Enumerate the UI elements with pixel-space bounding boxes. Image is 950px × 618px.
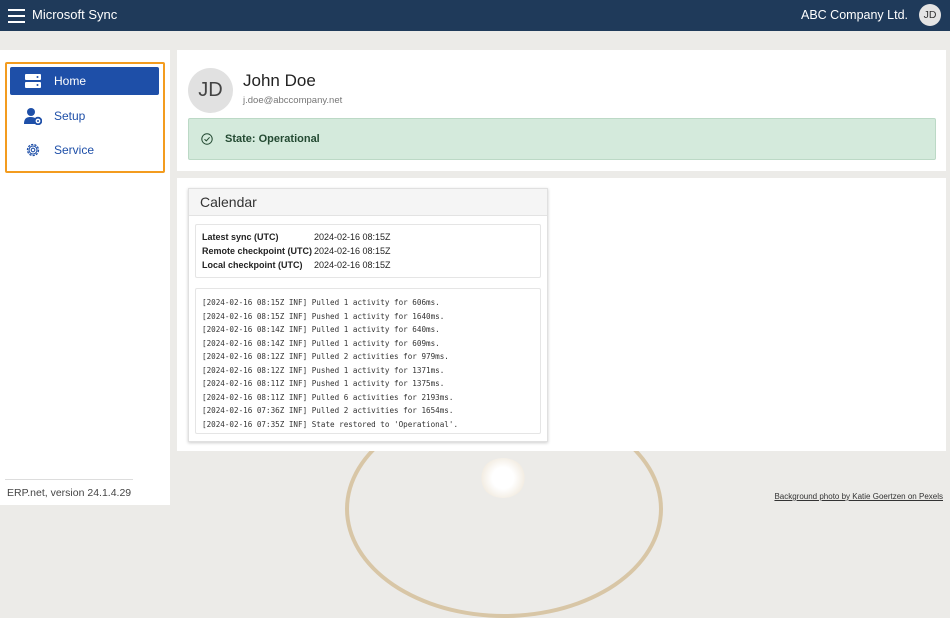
user-panel: JD John Doe j.doe@abccompany.net State: … <box>177 50 946 171</box>
log-line: [2024-02-16 08:14Z INF] Pulled 1 activit… <box>202 338 440 348</box>
sync-label: Local checkpoint (UTC) <box>202 260 303 270</box>
log-line: [2024-02-16 08:11Z INF] Pulled 6 activit… <box>202 392 454 402</box>
user-settings-icon <box>24 108 42 125</box>
background-photo-credit-link[interactable]: Background photo by Katie Goertzen on Pe… <box>774 492 943 501</box>
sync-row-remote: Remote checkpoint (UTC) 2024-02-16 08:15… <box>202 246 391 256</box>
user-avatar-button[interactable]: JD <box>919 4 941 26</box>
calendar-panel: Calendar Latest sync (UTC) 2024-02-16 08… <box>177 178 946 451</box>
sync-value: 2024-02-16 08:15Z <box>314 246 391 256</box>
log-line: [2024-02-16 08:11Z INF] Pushed 1 activit… <box>202 379 445 388</box>
server-icon <box>25 74 41 88</box>
sync-row-latest: Latest sync (UTC) 2024-02-16 08:15Z <box>202 232 391 242</box>
sync-row-local: Local checkpoint (UTC) 2024-02-16 08:15Z <box>202 260 391 270</box>
calendar-card: Calendar Latest sync (UTC) 2024-02-16 08… <box>188 188 548 442</box>
company-name[interactable]: ABC Company Ltd. <box>801 8 908 22</box>
log-line: [2024-02-16 07:35Z INF] State restored t… <box>202 419 459 429</box>
app-title: Microsoft Sync <box>32 7 118 22</box>
status-text: State: Operational <box>225 133 320 145</box>
log-line: [2024-02-16 08:15Z INF] Pushed 1 activit… <box>202 311 445 321</box>
log-line: [2024-02-16 08:15Z INF] Pulled 1 activit… <box>202 298 440 307</box>
version-label: ERP.net, version 24.1.4.29 <box>7 487 132 499</box>
background-flower-decoration <box>480 458 526 498</box>
sync-label: Remote checkpoint (UTC) <box>202 246 313 256</box>
calendar-title: Calendar <box>189 189 547 216</box>
sidebar-item-setup[interactable]: Setup <box>10 102 159 130</box>
user-name: John Doe <box>243 71 316 90</box>
top-bar: Microsoft Sync ABC Company Ltd. JD <box>0 0 950 31</box>
sidebar-nav-highlight: Home Setup Service <box>5 62 165 173</box>
sync-label: Latest sync (UTC) <box>202 232 279 242</box>
sync-value: 2024-02-16 08:15Z <box>314 260 391 270</box>
check-circle-icon <box>201 133 213 145</box>
sync-info-box: Latest sync (UTC) 2024-02-16 08:15Z Remo… <box>195 224 541 278</box>
log-line: [2024-02-16 07:36Z INF] Pulled 2 activit… <box>202 406 454 415</box>
sidebar-item-service[interactable]: Service <box>10 136 159 164</box>
log-box[interactable]: [2024-02-16 08:15Z INF] Pulled 1 activit… <box>195 288 541 434</box>
log-line: [2024-02-16 08:12Z INF] Pushed 1 activit… <box>202 365 445 375</box>
log-line: [2024-02-16 08:14Z INF] Pulled 1 activit… <box>202 325 440 334</box>
sidebar-item-label: Service <box>54 143 95 157</box>
log-line: [2024-02-16 08:12Z INF] Pulled 2 activit… <box>202 352 449 361</box>
sync-value: 2024-02-16 08:15Z <box>314 232 391 242</box>
sidebar-item-label: Setup <box>54 109 86 123</box>
user-email: j.doe@abccompany.net <box>243 95 343 106</box>
sidebar-divider <box>5 479 133 480</box>
sidebar-item-label: Home <box>54 74 87 88</box>
sidebar-item-home[interactable]: Home <box>10 67 159 95</box>
hamburger-menu-icon[interactable] <box>8 7 25 23</box>
avatar: JD <box>188 68 233 113</box>
log-list: [2024-02-16 08:15Z INF] Pulled 1 activit… <box>202 296 458 431</box>
status-banner: State: Operational <box>188 118 936 160</box>
gear-icon <box>26 143 40 157</box>
sidebar: Home Setup Service ERP.net, version 24.1… <box>0 50 170 505</box>
